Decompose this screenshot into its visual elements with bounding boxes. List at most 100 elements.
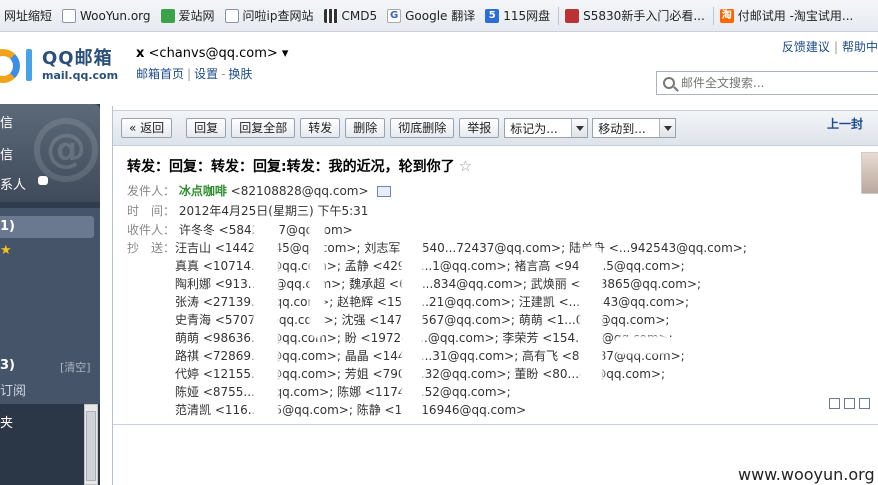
message-pane: « 返回 回复 回复全部 转发 删除 彻底删除 举报 标记为... 移动到...… (112, 106, 878, 485)
sidebar-item-receive[interactable]: 信 (0, 144, 13, 163)
account-name: x (136, 46, 145, 61)
view-options (829, 398, 874, 409)
redaction-stroke (309, 218, 325, 338)
report-button[interactable]: 举报 (459, 118, 500, 138)
sidebar-item-contacts[interactable]: 系人 (0, 174, 26, 193)
print-icon[interactable] (844, 398, 855, 409)
bookmark-aizhan[interactable]: 爱站网 (157, 5, 221, 27)
cc-line: 张涛 <27139...@qq.com>; 赵艳辉 <1548...21@qq.… (175, 295, 690, 309)
bookmark-separator (712, 6, 714, 25)
cc-line: 陈娅 <8755...0@qq.com>; 陈娜 <11747...52@qq.… (175, 385, 511, 399)
bookmark-cmd5[interactable]: CMD5 (320, 5, 384, 27)
link-change-skin[interactable]: 换肤 (228, 67, 252, 81)
grid-icon (323, 8, 338, 23)
delete-button[interactable]: 删除 (345, 118, 386, 138)
from-row: 发件人： 冰点咖啡 <82108828@qq.com> (127, 182, 392, 199)
contact-card-icon[interactable] (377, 186, 392, 197)
cc-list: 汪吉山 <1442...245@qq.com>; 刘志军 <1540...724… (175, 239, 875, 419)
115-icon: 5 (485, 8, 500, 23)
back-button[interactable]: « 返回 (121, 118, 173, 138)
watermark: www.wooyun.org (738, 465, 875, 484)
account-email: <chanvs@qq.com> (148, 46, 278, 61)
link-settings[interactable]: 设置 (194, 67, 218, 81)
page-icon (224, 8, 239, 23)
sent-time: 2012年4月25日(星期三) 下午5:31 (178, 204, 369, 218)
qqmail-logo[interactable]: QQ邮箱 mail.qq.com (0, 45, 118, 85)
search-input[interactable] (681, 76, 871, 90)
from-label: 发件人： (127, 184, 176, 198)
cc-line: 真真 <10714...9@qq.com>; 孟静 <42930...1@qq.… (175, 259, 685, 273)
cc-label: 抄 送： (127, 241, 176, 255)
page-icon (62, 8, 77, 23)
logo-domain: mail.qq.com (42, 68, 119, 82)
cc-line: 代婷 <12155...3@qq.com>; 芳姐 <7908...32@qq.… (175, 367, 666, 381)
sidebar-folder-count: 1) (0, 219, 15, 234)
redaction-stroke (401, 226, 423, 426)
taobao-icon: 淘 (719, 8, 734, 23)
cc-line: 萌萌 <98636...8@qq.com>; 盼 <197246...@qq.c… (175, 331, 673, 345)
message-toolbar: « 返回 回复 回复全部 转发 删除 彻底删除 举报 标记为... 移动到... (113, 110, 878, 146)
forward-button[interactable]: 转发 (300, 118, 341, 138)
window-icon[interactable] (859, 398, 870, 409)
account-area: x <chanvs@qq.com> ▾ 邮箱首页 | 设置 - 换肤 (136, 46, 288, 82)
chevron-down-icon (571, 119, 588, 137)
logo-mark-icon (0, 45, 40, 85)
logo-title: QQ邮箱 (42, 47, 113, 69)
sidebar-item-subscribe[interactable]: 订阅 (0, 380, 26, 399)
cc-line: 范清凯 <116...515@qq.com>; 陈静 <15...16946@q… (175, 403, 527, 417)
reply-button[interactable]: 回复 (186, 118, 227, 138)
bookmark-s5830[interactable]: S5830新手入门必看... (561, 5, 711, 27)
bookmark-ip-lookup[interactable]: 问啦ip查网站 (221, 5, 320, 27)
reply-all-button[interactable]: 回复全部 (231, 118, 296, 138)
account-links: 邮箱首页 | 设置 - 换肤 (136, 67, 253, 81)
sidebar-item-folder[interactable]: 夹 (0, 412, 13, 431)
sender-email: <82108828@qq.com> (230, 184, 369, 198)
sender-name[interactable]: 冰点咖啡 (179, 184, 227, 198)
mark-as-dropdown[interactable]: 标记为... (504, 118, 589, 138)
link-help[interactable]: 帮助中 (842, 40, 878, 54)
sidebar: @ 信 信 系人 1) ★ 3) [清空] 订阅 夹 (0, 104, 100, 485)
move-to-dropdown[interactable]: 移动到... (592, 118, 677, 138)
cc-line: 陶利娜 <913...52@qq.com>; 魏承超 <635...834@qq… (175, 277, 702, 291)
redaction-stroke (613, 336, 673, 354)
link-mail-home[interactable]: 邮箱首页 (136, 67, 184, 81)
star-icon[interactable]: ☆ (459, 157, 472, 175)
bookmarks-bar: 网址缩短 WooYun.org 爱站网 问啦ip查网站 CMD5 G Google… (0, 0, 878, 32)
expand-icon[interactable] (829, 398, 840, 409)
header-divider (113, 424, 878, 425)
aizhan-icon (160, 8, 175, 23)
bookmark-separator (558, 6, 560, 25)
sender-avatar (861, 152, 878, 194)
search-box (656, 71, 878, 95)
sidebar-group-count: 3) (0, 358, 15, 373)
link-feedback[interactable]: 反馈建议 (782, 40, 830, 54)
sidebar-scrollbar[interactable] (84, 404, 98, 485)
time-row: 时 间： 2012年4月25日(星期三) 下午5:31 (127, 202, 368, 219)
bookmark-wooyun[interactable]: WooYun.org (58, 5, 157, 27)
sidebar-item-write[interactable]: 信 (0, 112, 13, 131)
bookmark-115[interactable]: 5 115网盘 (481, 5, 556, 27)
chevron-down-icon[interactable]: ▾ (282, 46, 289, 61)
previous-message-link[interactable]: 上一封 (827, 115, 863, 132)
bookmark-google-translate[interactable]: G Google 翻译 (383, 5, 481, 27)
bookmark-taobao[interactable]: 淘付邮试用 -淘宝试用... (716, 5, 860, 27)
google-icon: G (387, 8, 402, 23)
message-subject: 转发：回复：转发：回复:转发：我的近况，轮到你了 ☆ (127, 157, 473, 175)
star-icon[interactable]: ★ (0, 243, 12, 258)
redaction-stroke (579, 246, 603, 426)
bookmark-url-shortener[interactable]: 网址缩短 (0, 5, 58, 27)
scrollbar-thumb[interactable] (86, 411, 96, 481)
clear-link[interactable]: [清空] (60, 359, 91, 375)
redaction-stroke (713, 256, 731, 396)
at-sign-icon: @ (34, 118, 98, 182)
cc-line: 汪吉山 <1442...245@qq.com>; 刘志军 <1540...724… (175, 241, 747, 255)
cc-line: 史青海 <5707...@qq.com>; 沈强 <1475...567@qq.… (175, 313, 670, 327)
chat-bubble-icon (38, 176, 48, 185)
time-label: 时 间： (127, 204, 176, 218)
redaction-stroke (253, 216, 279, 426)
chevron-down-icon (659, 119, 676, 137)
top-links: 反馈建议 | 帮助中 (781, 40, 878, 54)
search-icon[interactable] (663, 77, 675, 89)
account-line[interactable]: x <chanvs@qq.com> ▾ (136, 46, 288, 61)
delete-permanent-button[interactable]: 彻底删除 (390, 118, 455, 138)
